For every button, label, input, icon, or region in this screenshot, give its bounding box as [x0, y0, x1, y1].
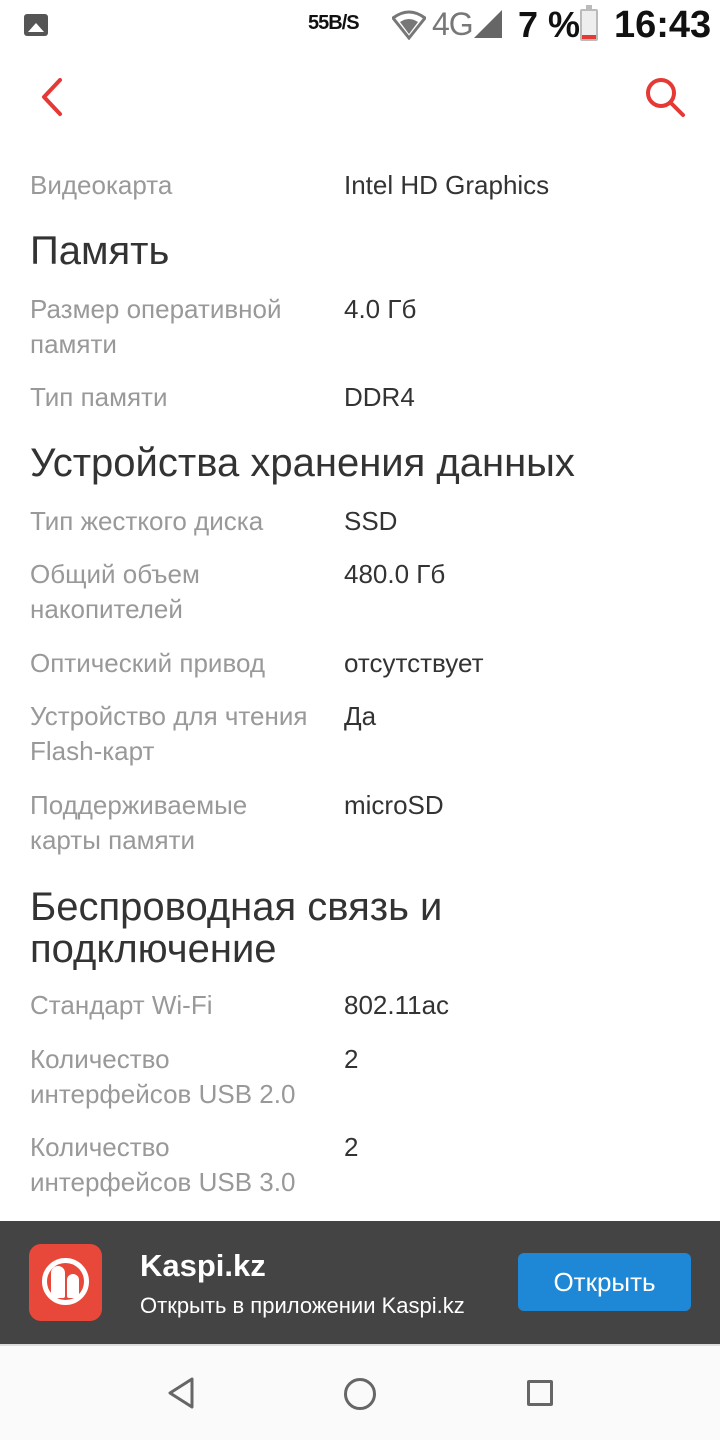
spec-value: Да: [344, 701, 377, 731]
spec-label: Тип памяти: [30, 382, 168, 412]
open-in-app-banner: Kaspi.kz Открыть в приложении Kaspi.kz О…: [0, 1221, 720, 1344]
spec-value: 2: [344, 1044, 359, 1074]
status-bar: 55B/S 4G 7 % 16:43: [0, 0, 720, 52]
system-nav-bar: [0, 1344, 720, 1440]
spec-value: Intel HD Graphics: [344, 170, 550, 200]
top-app-bar: [0, 52, 720, 142]
banner-subtitle: Открыть в приложении Kaspi.kz: [140, 1293, 465, 1318]
battery-icon: [580, 5, 598, 41]
spec-value: 480.0 Гб: [344, 559, 446, 589]
spec-value: SSD: [344, 506, 398, 536]
section-title-storage: Устройства хранения данных: [30, 441, 575, 485]
spec-value: microSD: [344, 790, 444, 820]
network-type: 4G: [432, 6, 474, 42]
open-app-button[interactable]: Открыть: [518, 1253, 691, 1311]
banner-title: Kaspi.kz: [140, 1248, 266, 1283]
spec-label: Количество интерфейсов USB 2.0: [30, 1044, 296, 1109]
chevron-left-icon[interactable]: [30, 72, 80, 122]
battery-percent: 7 %: [518, 4, 581, 45]
clock: 16:43: [614, 4, 712, 46]
wifi-icon: [392, 10, 426, 40]
spec-value: 4.0 Гб: [344, 294, 417, 324]
spec-value: 802.11ac: [344, 990, 450, 1020]
nav-back-icon[interactable]: [166, 1376, 196, 1410]
spec-label: Устройство для чтения Flash-карт: [30, 701, 308, 766]
section-title-wireless: Беспроводная связь и подключение: [30, 885, 443, 971]
spec-label: Размер оперативной памяти: [30, 294, 282, 359]
spec-label: Поддерживаемые карты памяти: [30, 790, 248, 855]
image-notification-icon: [24, 14, 48, 36]
spec-label: Количество интерфейсов USB 3.0: [30, 1132, 296, 1197]
search-icon[interactable]: [640, 72, 690, 122]
spec-label: Стандарт Wi-Fi: [30, 990, 213, 1020]
kaspi-logo-icon: [29, 1244, 102, 1321]
nav-recents-icon[interactable]: [527, 1380, 553, 1406]
spec-value: отсутствует: [344, 648, 484, 678]
spec-value: 2: [344, 1132, 359, 1162]
network-speed: 55B/S: [308, 12, 360, 34]
spec-value: DDR4: [344, 382, 415, 412]
spec-label: Тип жесткого диска: [30, 506, 264, 536]
section-title-memory: Память: [30, 229, 170, 273]
nav-home-icon[interactable]: [344, 1378, 376, 1410]
spec-label: Общий объем накопителей: [30, 559, 200, 624]
spec-label: Видеокарта: [30, 170, 173, 200]
spec-label: Оптический привод: [30, 648, 266, 678]
signal-icon: [474, 10, 502, 38]
